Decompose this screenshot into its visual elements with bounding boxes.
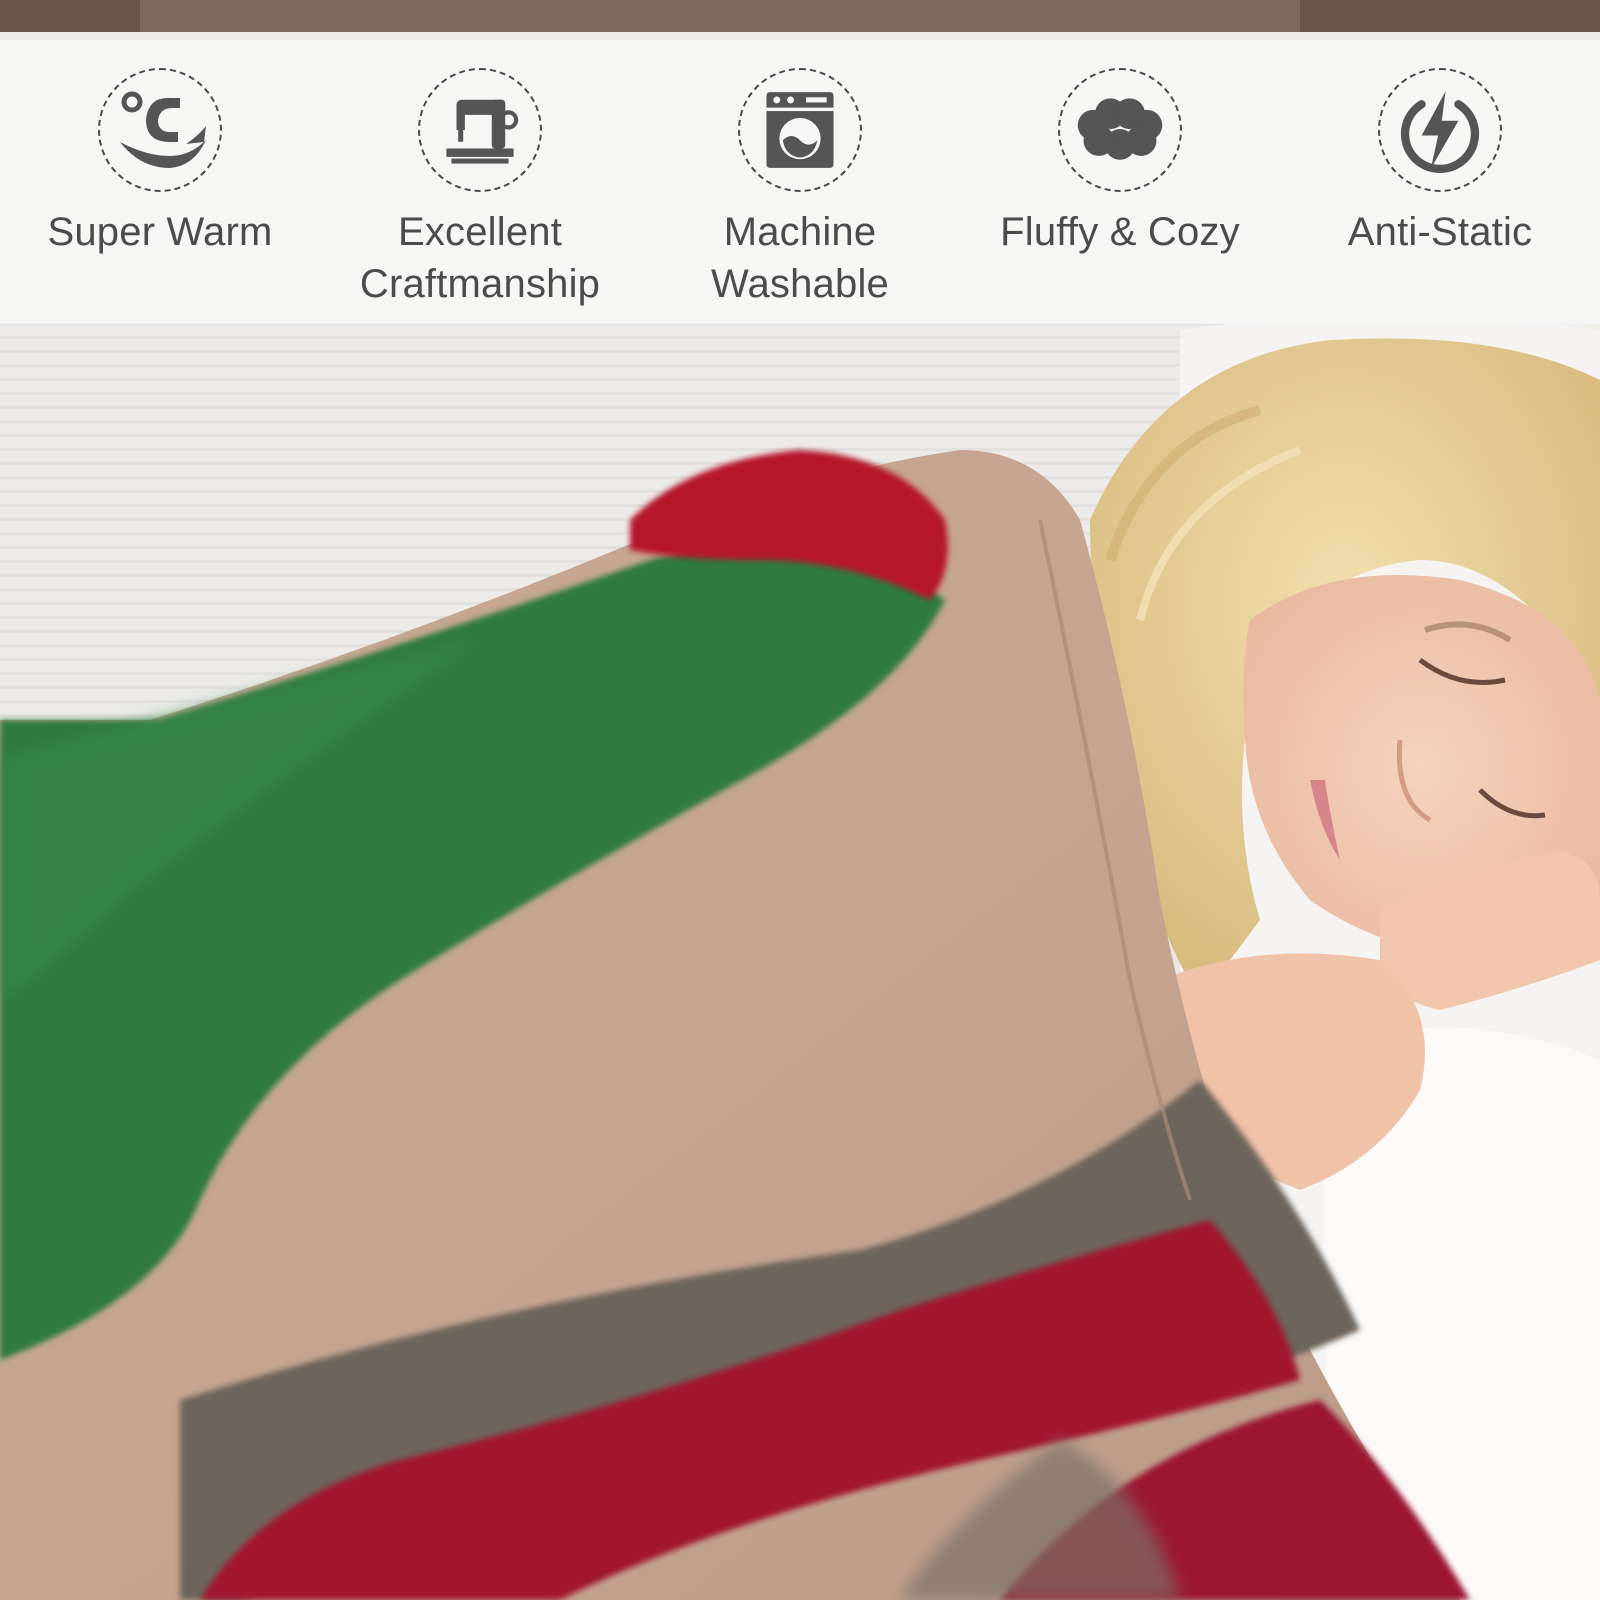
feature-badge <box>98 68 222 192</box>
feature-fluffy-cozy: Fluffy & Cozy <box>960 36 1280 258</box>
feature-super-warm: Super Warm <box>0 36 320 258</box>
feature-label: Excellent Craftmanship <box>359 210 601 306</box>
feature-badge <box>738 68 862 192</box>
feature-craftmanship: Excellent Craftmanship <box>320 36 640 310</box>
cloud-icon <box>1077 98 1163 160</box>
washing-machine-icon <box>766 92 834 168</box>
feature-label: Machine Washable <box>711 210 889 306</box>
feature-label: Anti-Static <box>1347 210 1533 254</box>
feature-machine-washable: Machine Washable <box>640 36 960 310</box>
warm-icon <box>120 91 206 168</box>
feature-label: Super Warm <box>47 210 273 254</box>
lightning-icon <box>1400 91 1480 173</box>
feature-anti-static: Anti-Static <box>1280 36 1600 258</box>
feature-badge <box>1378 68 1502 192</box>
feature-badge <box>1058 68 1182 192</box>
sewing-machine-icon <box>446 99 519 164</box>
feature-badge <box>418 68 542 192</box>
feature-label: Fluffy & Cozy <box>1000 210 1240 254</box>
